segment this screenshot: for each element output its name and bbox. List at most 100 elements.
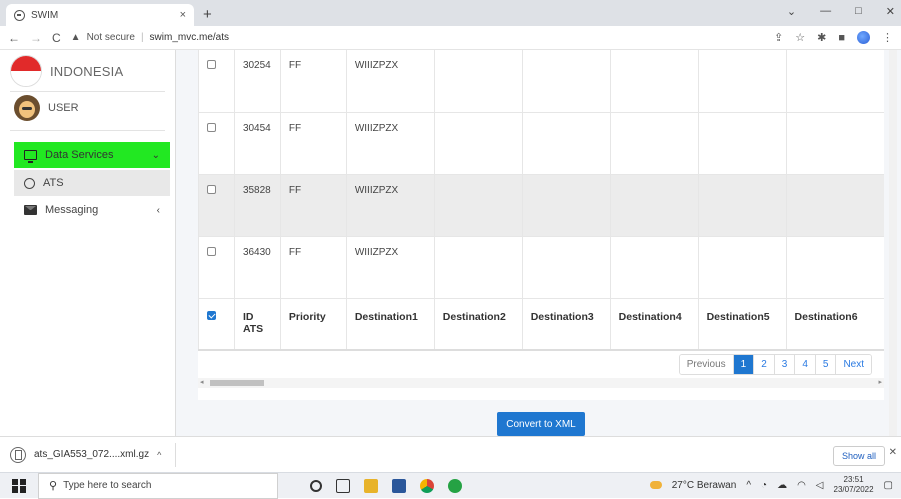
monitor-icon xyxy=(24,150,37,163)
brand-text: INDONESIA xyxy=(50,63,124,79)
file-icon xyxy=(10,446,26,463)
cortana-icon[interactable] xyxy=(310,479,322,492)
window-controls: ⌄ — □ ✕ xyxy=(787,5,895,18)
reload-icon[interactable]: C xyxy=(52,31,61,45)
cell-destination1: WIIIZPZX xyxy=(345,50,435,113)
taskbar-apps xyxy=(310,478,462,493)
network-icon[interactable]: ◔ xyxy=(761,480,767,491)
chevron-down-icon[interactable]: ⌄ xyxy=(787,5,796,18)
pagination-page-5[interactable]: 5 xyxy=(814,355,836,374)
whatsapp-icon[interactable] xyxy=(448,478,462,493)
ats-table-card: 30254 FF WIIIZPZX 30454 FF WIIIZPZX 3582… xyxy=(198,50,884,400)
table-header-row: ID ATS Priority Destination1 Destination… xyxy=(198,297,884,351)
chevron-up-icon[interactable]: ^ xyxy=(157,450,161,460)
maximize-icon[interactable]: □ xyxy=(855,5,862,18)
header-destination3[interactable]: Destination3 xyxy=(521,297,611,351)
download-filename: ats_GIA553_072....xml.gz xyxy=(34,449,150,460)
header-destination4[interactable]: Destination4 xyxy=(609,297,699,351)
chrome-icon[interactable] xyxy=(420,478,434,493)
notification-icon[interactable]: ▢ xyxy=(884,480,893,491)
site-favicon-icon xyxy=(14,9,25,21)
scrollbar-thumb[interactable] xyxy=(210,380,264,386)
extensions-icon[interactable]: ✱ xyxy=(817,31,826,44)
back-arrow-icon[interactable]: ← xyxy=(8,31,20,45)
pagination-page-4[interactable]: 4 xyxy=(794,355,815,374)
row-checkbox[interactable] xyxy=(207,246,216,256)
minimize-icon[interactable]: — xyxy=(820,5,831,18)
download-bar: ats_GIA553_072....xml.gz ^ Show all ✕ xyxy=(0,436,901,472)
chevron-up-icon[interactable]: ^ xyxy=(746,480,751,491)
clock[interactable]: 23:51 23/07/2022 xyxy=(834,475,874,495)
cell-destination1: WIIIZPZX xyxy=(345,112,435,175)
taskbar-search-input[interactable]: ⚲ Type here to search xyxy=(38,472,278,499)
main-content: 30254 FF WIIIZPZX 30454 FF WIIIZPZX 3582… xyxy=(176,50,901,436)
show-all-button[interactable]: Show all xyxy=(832,446,885,466)
cell-id: 30454 xyxy=(233,112,281,175)
browser-tab-strip: SWIM × + ⌄ — □ ✕ xyxy=(0,0,901,26)
warning-icon: ▲ xyxy=(70,32,81,43)
table-row[interactable]: 35828 FF WIIIZPZX xyxy=(198,174,884,237)
menu-kebab-icon[interactable]: ⋮ xyxy=(882,31,893,44)
brand[interactable]: INDONESIA xyxy=(10,55,123,87)
taskbar: ⚲ Type here to search 27°C Berawan ^ ◔ ☁… xyxy=(0,472,901,499)
system-tray: 27°C Berawan ^ ◔ ☁ ◠ ◁ 23:51 23/07/2022 … xyxy=(649,475,893,495)
header-destination2[interactable]: Destination2 xyxy=(433,297,523,351)
omnibox[interactable]: ▲ Not secure | swim_mvc.me/ats xyxy=(71,32,229,43)
browser-tab[interactable]: SWIM × xyxy=(6,4,194,26)
pagination-page-2[interactable]: 2 xyxy=(753,355,774,374)
row-checkbox[interactable] xyxy=(207,122,216,132)
table-row[interactable]: 30454 FF WIIIZPZX xyxy=(198,112,884,175)
sidebar-item-data-services[interactable]: Data Services ⌄ xyxy=(14,142,170,168)
cloud-icon[interactable]: ☁ xyxy=(777,480,787,491)
table-row[interactable]: 36430 FF WIIIZPZX xyxy=(198,236,884,299)
pagination-page-3[interactable]: 3 xyxy=(773,355,795,374)
weather-icon xyxy=(649,481,662,489)
bookmark-star-icon[interactable]: ☆ xyxy=(795,31,805,44)
close-window-icon[interactable]: ✕ xyxy=(886,5,895,18)
scroll-left-icon[interactable]: ◂ xyxy=(200,378,204,386)
header-id[interactable]: ID ATS xyxy=(233,297,281,351)
download-item[interactable]: ats_GIA553_072....xml.gz ^ xyxy=(10,442,177,467)
header-destination6[interactable]: Destination6 xyxy=(785,297,884,351)
windows-start-icon[interactable] xyxy=(12,478,26,493)
volume-icon[interactable]: ◁ xyxy=(816,480,824,491)
header-id-line2: ATS xyxy=(242,322,264,335)
weather-text[interactable]: 27°C Berawan xyxy=(672,480,737,491)
file-explorer-icon[interactable] xyxy=(364,478,378,493)
new-tab-button[interactable]: + xyxy=(203,6,212,23)
cell-id: 30254 xyxy=(233,50,281,113)
profile-avatar-icon[interactable] xyxy=(857,31,870,44)
url-text[interactable]: swim_mvc.me/ats xyxy=(150,32,229,43)
task-view-icon[interactable] xyxy=(336,478,350,493)
chevron-down-icon: ⌄ xyxy=(151,149,160,161)
wifi-icon[interactable]: ◠ xyxy=(797,480,806,491)
row-checkbox[interactable] xyxy=(207,184,216,194)
pagination-next[interactable]: Next xyxy=(835,355,871,374)
convert-to-xml-button[interactable]: Convert to XML xyxy=(497,412,585,436)
row-checkbox[interactable] xyxy=(207,60,216,69)
tab-close-icon[interactable]: × xyxy=(180,9,186,21)
vertical-scrollbar[interactable] xyxy=(889,50,897,436)
cell-priority: FF xyxy=(279,112,347,175)
scroll-right-icon[interactable]: ▸ xyxy=(878,378,882,386)
select-all-checkbox[interactable] xyxy=(207,310,216,320)
share-icon[interactable]: ⇪ xyxy=(774,31,783,44)
user-panel[interactable]: USER xyxy=(14,94,79,122)
cell-id: 36430 xyxy=(233,236,281,299)
header-priority[interactable]: Priority xyxy=(279,297,347,351)
header-destination1[interactable]: Destination1 xyxy=(345,297,435,351)
sidebar-item-messaging[interactable]: Messaging ‹ xyxy=(14,197,170,223)
word-icon[interactable] xyxy=(392,478,406,493)
table-row[interactable]: 30254 FF WIIIZPZX xyxy=(198,50,884,113)
header-destination5[interactable]: Destination5 xyxy=(697,297,787,351)
address-bar: ← → C ▲ Not secure | swim_mvc.me/ats ⇪ ☆… xyxy=(0,26,901,50)
pagination-previous[interactable]: Previous xyxy=(679,355,733,374)
close-icon[interactable]: ✕ xyxy=(889,447,897,458)
pagination: Previous 1 2 3 4 5 Next xyxy=(678,354,872,375)
pagination-page-1[interactable]: 1 xyxy=(732,355,754,374)
horizontal-scrollbar[interactable]: ◂ ▸ xyxy=(198,378,884,388)
sidebar-item-ats[interactable]: ATS xyxy=(14,170,170,196)
sidepanel-icon[interactable]: ■ xyxy=(838,32,845,44)
cell-destination1: WIIIZPZX xyxy=(345,174,435,237)
forward-arrow-icon[interactable]: → xyxy=(30,31,42,45)
